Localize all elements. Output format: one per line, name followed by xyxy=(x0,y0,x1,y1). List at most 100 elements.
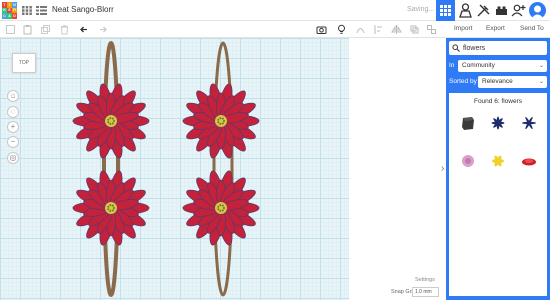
edit-toolbar: Import Export Send To xyxy=(0,21,550,38)
top-bar: T I N K E R C A D Neat Sango-Blorr Savin… xyxy=(0,0,550,21)
flower-center-dot xyxy=(219,117,222,120)
result-thumbnail-dark-block[interactable] xyxy=(458,115,478,131)
settings-link[interactable]: Settings xyxy=(415,277,435,283)
undo-icon[interactable] xyxy=(78,24,89,35)
in-label: In xyxy=(449,62,455,69)
user-avatar[interactable] xyxy=(529,2,546,19)
stem-ellipse xyxy=(102,41,120,297)
result-thumbnail-yellow-flower[interactable] xyxy=(488,153,508,169)
grid-view-icon xyxy=(440,5,451,16)
home-view-button[interactable]: ⌂ xyxy=(7,90,19,102)
flower-center xyxy=(215,202,227,214)
flower-center-dot xyxy=(107,205,110,208)
flower-center-dot xyxy=(223,207,225,209)
sort-value: Relevance xyxy=(482,78,513,85)
ungroup-icon[interactable] xyxy=(426,24,437,35)
camera-icon[interactable] xyxy=(316,24,327,35)
group-icon[interactable] xyxy=(409,24,420,35)
source-select[interactable]: Community ⌄ xyxy=(458,60,547,72)
flower-shape[interactable] xyxy=(72,170,150,247)
flower-center xyxy=(105,202,117,214)
duplicate-icon[interactable] xyxy=(40,24,51,35)
flower-center-dot xyxy=(111,122,114,125)
flower-center xyxy=(105,115,117,127)
lego-brick-icon[interactable] xyxy=(494,3,509,18)
sort-select[interactable]: Relevance ⌄ xyxy=(478,76,547,88)
import-button[interactable]: Import xyxy=(454,25,472,32)
view-cube[interactable]: TOP xyxy=(12,53,36,73)
flower-center-dot xyxy=(217,208,220,211)
result-thumbnail-navy-star[interactable] xyxy=(519,115,539,131)
send-to-button[interactable]: Send To xyxy=(520,25,544,32)
home-icon: ⌂ xyxy=(10,91,16,100)
shapes-panel: flowers In Community ⌄ Sorted by Relevan… xyxy=(446,38,550,300)
flower-shape[interactable] xyxy=(182,83,260,160)
flower-center-dot xyxy=(109,204,112,207)
fit-view-button[interactable]: ◌ xyxy=(7,106,19,118)
flower-center-dot xyxy=(217,118,220,121)
stem-ellipse xyxy=(212,41,234,297)
flower-shape[interactable] xyxy=(72,83,150,160)
user-icon xyxy=(531,5,544,19)
panel-collapse-icon[interactable]: › xyxy=(441,163,444,174)
flower-center-dot xyxy=(221,209,224,212)
flower-shape[interactable] xyxy=(182,170,260,247)
flower-column-left[interactable] xyxy=(60,40,170,298)
search-icon xyxy=(452,44,460,52)
paste-icon[interactable] xyxy=(22,24,33,35)
flower-column-right[interactable] xyxy=(170,40,280,298)
cube-icon: ◎ xyxy=(9,153,17,162)
flower-center-dot xyxy=(217,121,220,124)
results-count: Found 6: flowers xyxy=(473,98,523,105)
flower-center-dot xyxy=(219,209,222,212)
zoom-in-button[interactable]: + xyxy=(7,121,19,133)
export-button[interactable]: Export xyxy=(486,25,505,32)
flower-center-dot xyxy=(109,209,112,212)
flip-icon[interactable] xyxy=(391,24,402,35)
flower-center-dot xyxy=(219,204,222,207)
apps-grid-icon[interactable] xyxy=(22,6,32,15)
redo-icon[interactable] xyxy=(98,24,109,35)
result-thumbnail-pink-flower[interactable] xyxy=(458,153,478,169)
3d-view-button[interactable] xyxy=(436,0,455,21)
add-user-icon[interactable] xyxy=(511,3,526,18)
tinkercad-logo[interactable]: T I N K E R C A D xyxy=(2,2,17,19)
results-list: Found 6: flowers xyxy=(449,93,547,296)
blocks-icon[interactable] xyxy=(458,3,473,18)
flower-center-dot xyxy=(109,122,112,125)
flower-center-dot xyxy=(113,120,115,122)
flower-center xyxy=(215,115,227,127)
lightbulb-icon[interactable] xyxy=(336,24,347,35)
search-query: flowers xyxy=(463,44,486,52)
flower-center-dot xyxy=(111,117,114,120)
flower-center-dot xyxy=(107,121,110,124)
fit-icon: ◌ xyxy=(10,107,16,116)
flower-center-dot xyxy=(219,122,222,125)
bricks-icon[interactable] xyxy=(476,3,491,18)
flower-center-dot xyxy=(107,118,110,121)
source-value: Community xyxy=(462,62,495,69)
flower-center-dot xyxy=(221,204,224,207)
flower-center-dot xyxy=(109,117,112,120)
flower-center-dot xyxy=(217,205,220,208)
snap-grid-select[interactable]: 1.0 mm xyxy=(412,287,439,297)
design-list-icon[interactable] xyxy=(36,6,47,15)
result-thumbnail-red-flower[interactable] xyxy=(519,153,539,169)
zoom-out-button[interactable]: − xyxy=(7,136,19,148)
search-input[interactable]: flowers xyxy=(449,41,547,55)
design-title[interactable]: Neat Sango-Blorr xyxy=(52,5,114,14)
minus-icon: − xyxy=(10,137,16,146)
flower-center-dot xyxy=(107,208,110,211)
align-icon[interactable] xyxy=(373,24,384,35)
projection-button[interactable]: ◎ xyxy=(7,152,19,164)
new-shape-icon[interactable] xyxy=(5,24,16,35)
trash-icon[interactable] xyxy=(59,24,70,35)
flower-center-dot xyxy=(111,204,114,207)
result-thumbnail-navy-flower[interactable] xyxy=(488,115,508,131)
plus-icon: + xyxy=(10,122,16,131)
flower-center-dot xyxy=(221,122,224,125)
shape-icon[interactable] xyxy=(355,24,366,35)
sorted-by-label: Sorted by xyxy=(449,78,477,85)
flower-center-dot xyxy=(111,209,114,212)
flower-center-dot xyxy=(223,120,225,122)
